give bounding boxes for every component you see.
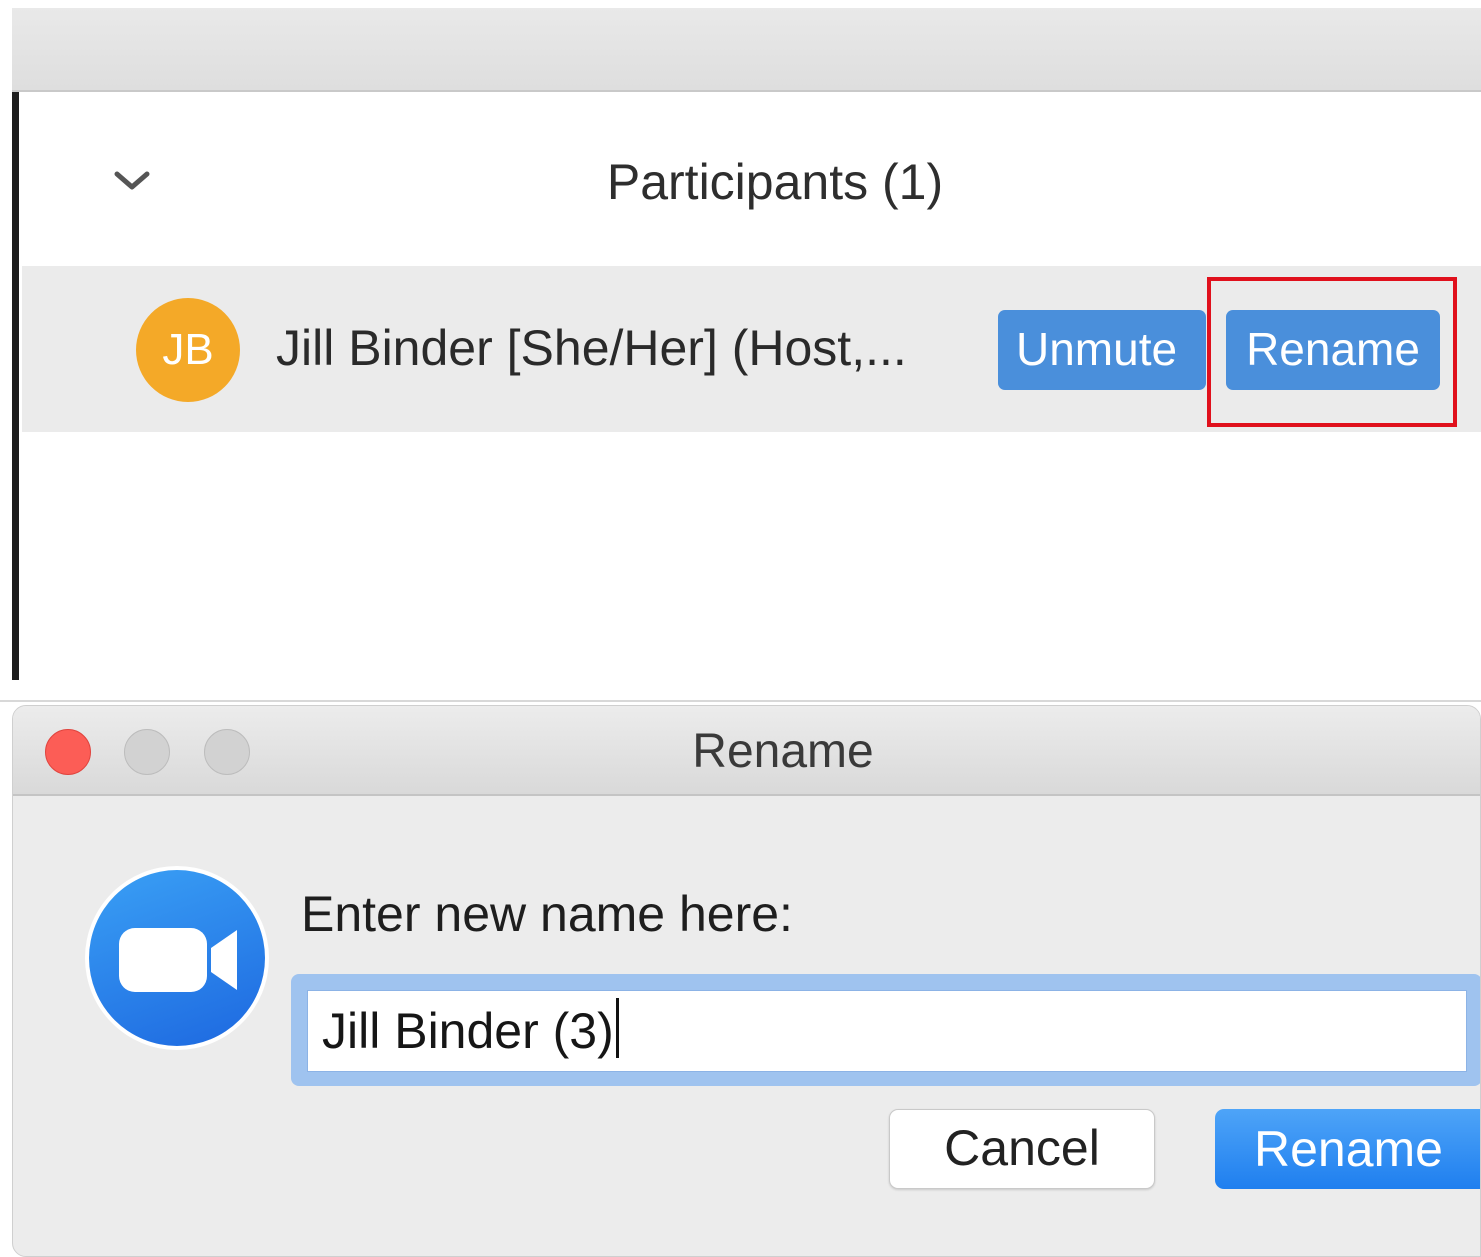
zoom-camera-icon <box>119 928 237 992</box>
close-window-button[interactable] <box>45 729 91 775</box>
section-divider <box>0 700 1481 702</box>
minimize-window-button[interactable] <box>124 729 170 775</box>
dialog-title: Rename <box>692 725 874 778</box>
rename-prompt-label: Enter new name here: <box>301 886 793 942</box>
dialog-title-bar: Rename <box>13 706 1480 796</box>
rename-confirm-button[interactable]: Rename <box>1215 1109 1480 1189</box>
participants-panel: Participants (1) JB Jill Binder [She/Her… <box>0 0 1481 700</box>
unmute-button[interactable]: Unmute <box>998 310 1206 390</box>
zoom-logo <box>85 866 269 1050</box>
new-name-value: Jill Binder (3) <box>322 1003 614 1059</box>
panel-top-bar <box>12 8 1481 92</box>
rename-highlight-box <box>1207 277 1457 427</box>
chevron-down-icon[interactable] <box>112 164 152 196</box>
rename-dialog: Rename Enter new name here: Jill Binder … <box>12 705 1481 1257</box>
panel-left-border <box>12 92 19 680</box>
zoom-window-button[interactable] <box>204 729 250 775</box>
participant-name: Jill Binder [She/Her] (Host,... <box>276 320 907 376</box>
participants-title: Participants (1) <box>606 154 944 210</box>
new-name-input[interactable]: Jill Binder (3) <box>307 990 1467 1072</box>
text-cursor <box>615 998 619 1058</box>
avatar: JB <box>136 298 240 402</box>
cancel-button[interactable]: Cancel <box>889 1109 1155 1189</box>
